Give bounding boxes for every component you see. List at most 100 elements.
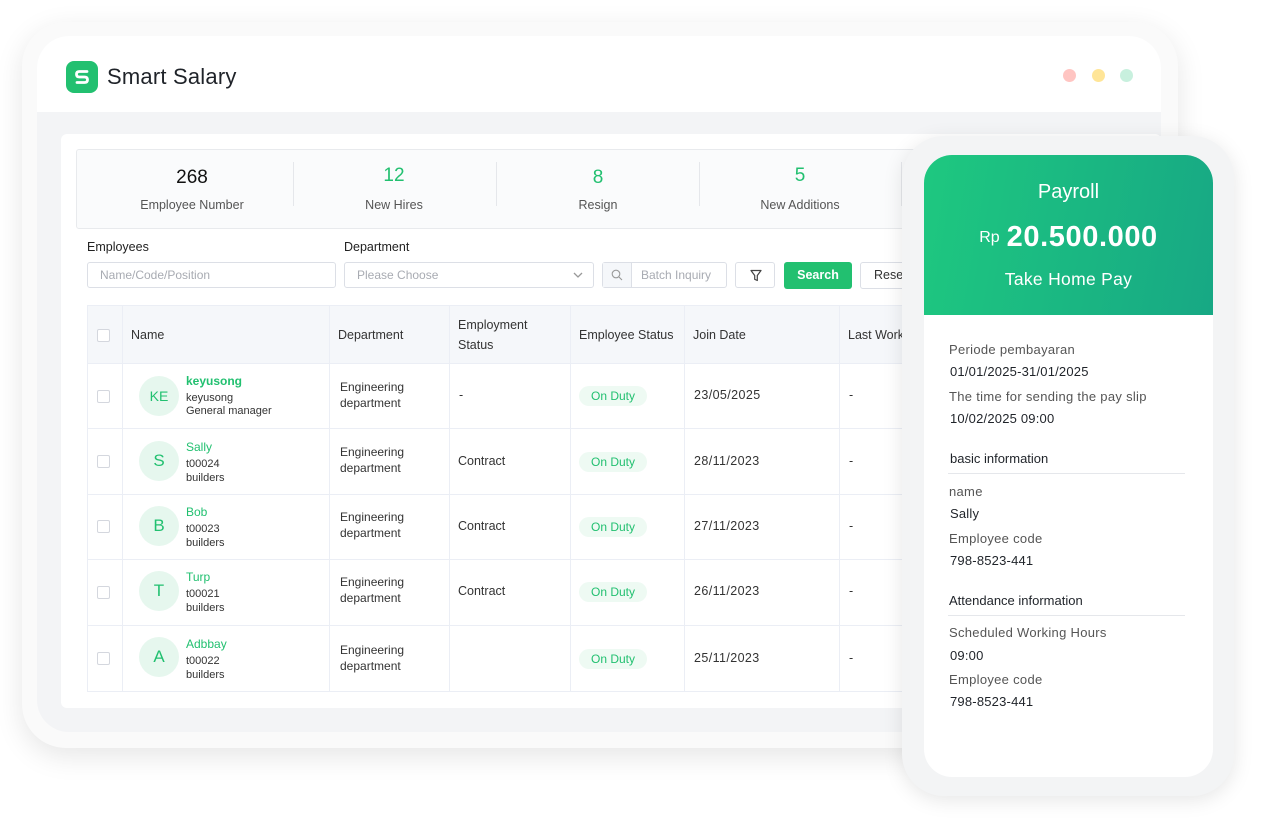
stat-resign[interactable]: 8 Resign xyxy=(497,150,699,228)
employee-code-label-2: Employee code xyxy=(949,672,1043,687)
app-logo-icon xyxy=(66,61,98,93)
filter-icon xyxy=(750,269,762,282)
join-date-cell: 23/05/2025 xyxy=(694,388,761,402)
select-all-checkbox[interactable] xyxy=(97,329,110,342)
status-badge: On Duty xyxy=(579,452,648,472)
employee-code-value-2: 798-8523-441 xyxy=(950,694,1034,709)
join-date-cell: 25/11/2023 xyxy=(694,651,760,665)
column-header-department[interactable]: Department xyxy=(329,306,449,363)
join-date-cell: 28/11/2023 xyxy=(694,454,760,468)
avatar: T xyxy=(139,571,179,611)
send-time-label: The time for sending the pay slip xyxy=(949,389,1147,404)
column-header-employee-status[interactable]: Employee Status xyxy=(570,306,684,363)
row-checkbox[interactable] xyxy=(97,390,110,403)
employee-position: builders xyxy=(186,537,225,549)
status-badge: On Duty xyxy=(579,517,648,537)
stat-label: Resign xyxy=(578,198,618,212)
window-minimize-button[interactable] xyxy=(1092,69,1105,82)
last-work-cell: - xyxy=(849,388,854,402)
employee-position: builders xyxy=(186,472,225,484)
employee-code-value: 798-8523-441 xyxy=(950,553,1034,568)
employee-code: t00023 xyxy=(186,523,220,535)
status-badge: On Duty xyxy=(579,649,648,669)
batch-inquiry-input[interactable]: Batch Inquiry xyxy=(602,262,727,288)
batch-inquiry-placeholder: Batch Inquiry xyxy=(641,268,712,282)
column-header-name[interactable]: Name xyxy=(122,306,329,363)
period-value: 01/01/2025-31/01/2025 xyxy=(950,364,1089,379)
department-cell: Engineering department xyxy=(340,445,405,475)
stat-value: 12 xyxy=(383,165,405,186)
period-label: Periode pembayaran xyxy=(949,342,1076,357)
stat-value: 268 xyxy=(176,167,208,188)
row-checkbox[interactable] xyxy=(97,455,110,468)
employee-name-link[interactable]: Sally xyxy=(186,440,212,454)
join-date-cell: 26/11/2023 xyxy=(694,584,760,598)
employment-status-cell: Contract xyxy=(458,454,506,468)
payroll-header: Payroll Rp 20.500.000 Take Home Pay xyxy=(924,155,1213,315)
stat-value: 5 xyxy=(794,165,806,186)
row-checkbox[interactable] xyxy=(97,586,110,599)
row-checkbox[interactable] xyxy=(97,652,110,665)
employee-code: t00021 xyxy=(186,588,220,600)
department-select[interactable]: Please Choose xyxy=(344,262,594,288)
payroll-title: Payroll xyxy=(1037,181,1100,203)
search-icon xyxy=(603,263,632,287)
filter-button[interactable] xyxy=(735,262,775,288)
window-header: Smart Salary xyxy=(37,36,1161,112)
last-work-cell: - xyxy=(849,454,854,468)
department-filter-label: Department xyxy=(344,240,410,254)
employment-status-cell: Contract xyxy=(458,519,506,533)
employee-position: General manager xyxy=(186,405,272,417)
last-work-cell: - xyxy=(849,584,854,598)
last-work-cell: - xyxy=(849,651,854,665)
employment-status-cell: Contract xyxy=(458,584,506,598)
stat-new-additions[interactable]: 5 New Additions xyxy=(700,150,900,228)
avatar: B xyxy=(139,506,179,546)
department-cell: Engineering department xyxy=(340,380,405,410)
name-label: name xyxy=(949,484,983,499)
status-badge: On Duty xyxy=(579,582,648,602)
section-divider xyxy=(948,473,1185,474)
employee-code: t00024 xyxy=(186,458,220,470)
column-header-employment-status[interactable]: Employment Status xyxy=(449,306,569,363)
employee-position: builders xyxy=(186,669,225,681)
employee-code-label: Employee code xyxy=(949,531,1043,546)
department-cell: Engineering department xyxy=(340,510,405,540)
search-button[interactable]: Search xyxy=(784,262,852,289)
employment-status-cell: - xyxy=(459,388,464,402)
working-hours-label: Scheduled Working Hours xyxy=(949,625,1107,640)
employee-code: t00022 xyxy=(186,655,220,667)
column-header-join-date[interactable]: Join Date xyxy=(684,306,839,363)
row-checkbox[interactable] xyxy=(97,520,110,533)
employee-name-link[interactable]: Adbbay xyxy=(186,637,227,651)
stat-label: New Additions xyxy=(760,198,840,212)
take-home-amount: 20.500.000 xyxy=(1006,221,1158,253)
avatar: KE xyxy=(139,376,179,416)
app-title: Smart Salary xyxy=(107,64,237,89)
stat-label: New Hires xyxy=(365,198,423,212)
window-close-button[interactable] xyxy=(1063,69,1076,82)
chevron-down-icon xyxy=(573,272,583,278)
employee-name-link[interactable]: Turp xyxy=(186,570,210,584)
last-work-cell: - xyxy=(849,519,854,533)
attendance-info-heading: Attendance information xyxy=(949,593,1083,608)
take-home-label: Take Home Pay xyxy=(1004,269,1133,289)
status-badge: On Duty xyxy=(579,386,648,406)
join-date-cell: 27/11/2023 xyxy=(694,519,760,533)
employee-position: builders xyxy=(186,602,225,614)
working-hours-value: 09:00 xyxy=(950,648,984,663)
payslip-card: Payroll Rp 20.500.000 Take Home Pay Perio… xyxy=(924,155,1213,777)
employee-name-link[interactable]: keyusong xyxy=(186,374,242,388)
employee-name-link[interactable]: Bob xyxy=(186,505,207,519)
name-value: Sally xyxy=(950,506,980,521)
window-maximize-button[interactable] xyxy=(1120,69,1133,82)
employees-search-input[interactable]: Name/Code/Position xyxy=(87,262,336,288)
send-time-value: 10/02/2025 09:00 xyxy=(950,411,1055,426)
payroll-amount-row: Rp 20.500.000 xyxy=(924,221,1213,254)
department-select-placeholder: Please Choose xyxy=(357,268,439,282)
currency-label: Rp xyxy=(979,229,1000,246)
employee-code: keyusong xyxy=(186,392,234,404)
avatar: A xyxy=(139,637,179,677)
stat-new-hires[interactable]: 12 New Hires xyxy=(294,150,494,228)
stat-employee-number[interactable]: 268 Employee Number xyxy=(77,150,307,228)
